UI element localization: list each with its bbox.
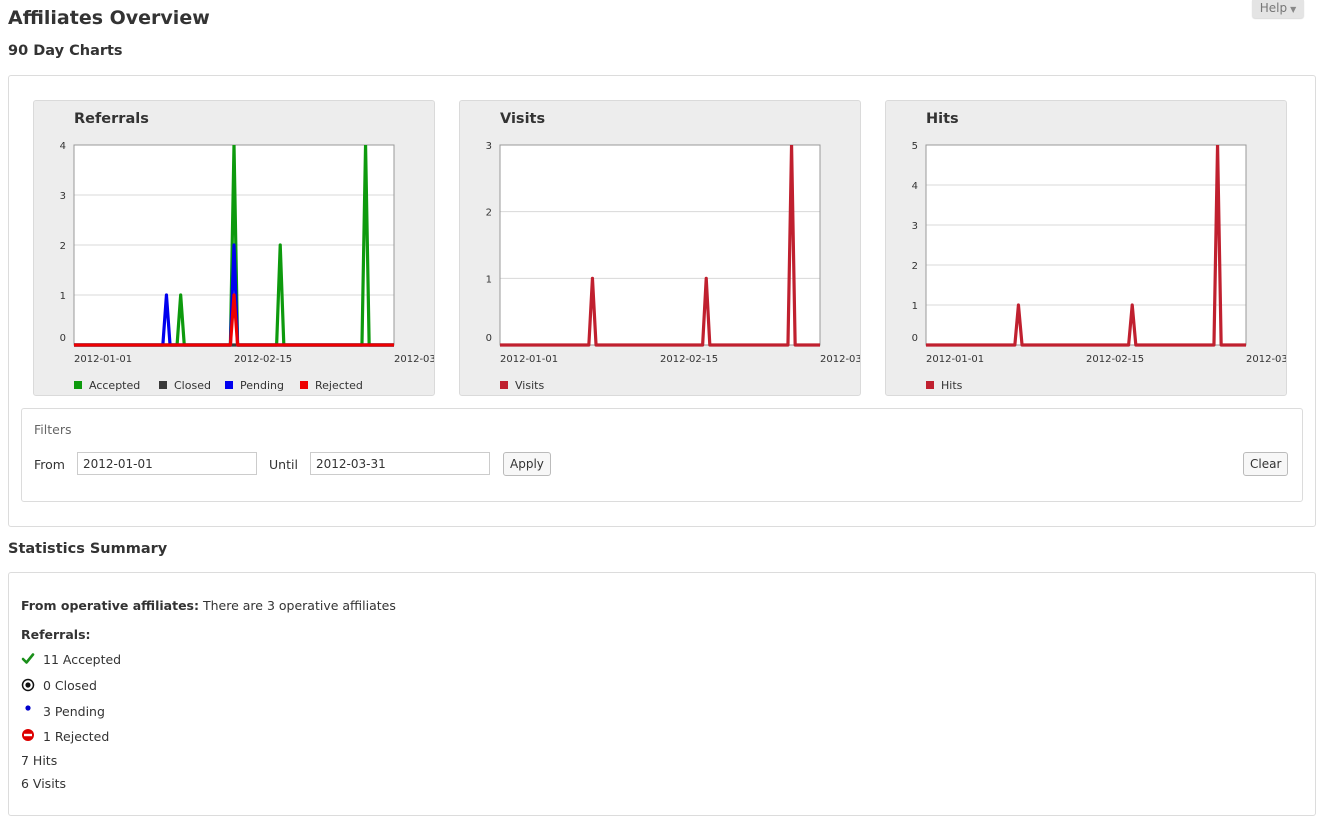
stats-panel: From operative affiliates: There are 3 o… (8, 572, 1316, 816)
x-tick-label: 2012-01-01 (500, 354, 558, 365)
chart-legend: Accepted Closed Pending Rejected (34, 375, 434, 395)
legend-swatch (500, 381, 508, 389)
y-tick-label: 1 (60, 291, 66, 302)
visits-stat: 6 Visits (21, 776, 67, 791)
legend-label: Accepted (89, 379, 141, 392)
accepted-stat: 11 Accepted (21, 652, 121, 667)
operative-line: From operative affiliates: There are 3 o… (21, 598, 396, 613)
visits-chart: 0 1 2 3 2012-01-01 2012-02-15 2012-03-31 (486, 141, 860, 365)
plot-area (926, 145, 1246, 345)
hits-chart-panel: Hits 0 1 2 3 4 5 2012-01-01 2012-02-15 2012-03-3… (885, 100, 1287, 396)
legend-item-accepted: Accepted (74, 379, 140, 392)
y-tick-label: 0 (912, 333, 918, 344)
stats-heading: Statistics Summary (8, 541, 168, 557)
legend-swatch (74, 381, 82, 389)
pending-stat: 3 Pending (21, 704, 105, 719)
x-tick-label: 2012-03-31 (820, 354, 860, 365)
x-tick-label: 2012-03-31 (1246, 354, 1286, 365)
rejected-count: 1 Rejected (43, 729, 110, 744)
legend-swatch (225, 381, 233, 389)
x-tick-label: 2012-01-01 (926, 354, 984, 365)
y-tick-label: 1 (912, 301, 918, 312)
operative-label: From operative affiliates: (21, 598, 199, 613)
x-tick-label: 2012-02-15 (234, 354, 292, 365)
y-tick-label: 0 (486, 333, 492, 344)
pending-dot-icon (25, 705, 31, 711)
closed-count: 0 Closed (43, 678, 97, 693)
apply-button[interactable]: Apply (503, 452, 551, 476)
rejected-stat: 1 Rejected (21, 729, 109, 744)
legend-swatch (159, 381, 167, 389)
closed-stat: 0 Closed (21, 678, 97, 693)
plot-area (500, 145, 820, 345)
legend-item-rejected: Rejected (300, 379, 363, 392)
hits-chart: 0 1 2 3 4 5 2012-01-01 2012-02-15 2012-03-31 (912, 141, 1286, 365)
y-tick-label: 4 (60, 141, 66, 152)
chart-legend: Visits (460, 375, 860, 395)
legend-item-visits: Visits (500, 379, 544, 392)
help-button[interactable]: Help ▼ (1252, 0, 1304, 18)
legend-swatch (300, 381, 308, 389)
x-tick-label: 2012-01-01 (74, 354, 132, 365)
checkmark-icon (21, 653, 35, 664)
y-tick-label: 3 (912, 221, 918, 232)
referrals-chart-panel: Referrals 0 1 2 3 4 2012-01-01 2012-02-15 2012-… (33, 100, 435, 396)
legend-label: Rejected (315, 379, 363, 392)
closed-circle-icon (21, 678, 35, 692)
until-label: Until (269, 457, 298, 472)
pending-count: 3 Pending (43, 704, 105, 719)
y-tick-label: 5 (912, 141, 918, 152)
y-tick-label: 1 (486, 274, 492, 285)
y-tick-label: 4 (912, 181, 918, 192)
y-tick-label: 3 (486, 141, 492, 152)
accepted-count: 11 Accepted (43, 652, 122, 667)
filters-panel: Filters From Until Apply Clear (21, 408, 1303, 502)
from-label: From (34, 457, 65, 472)
legend-item-hits: Hits (926, 379, 962, 392)
legend-label: Hits (941, 379, 963, 392)
filters-title: Filters (34, 422, 72, 437)
hits-stat: 7 Hits (21, 753, 58, 768)
x-tick-label: 2012-02-15 (1086, 354, 1144, 365)
legend-label: Visits (515, 379, 545, 392)
chart-legend: Hits (886, 375, 1286, 395)
referrals-chart: 0 1 2 3 4 2012-01-01 2012-02-15 2012-03-31 (60, 141, 434, 365)
legend-item-pending: Pending (225, 379, 284, 392)
legend-item-closed: Closed (159, 379, 211, 392)
x-tick-label: 2012-02-15 (660, 354, 718, 365)
rejected-minus-icon (22, 729, 34, 741)
y-tick-label: 2 (912, 261, 918, 272)
y-tick-label: 0 (60, 333, 66, 344)
y-tick-label: 3 (60, 191, 66, 202)
from-date-input[interactable] (77, 452, 257, 475)
page-title: Affiliates Overview (8, 7, 210, 29)
y-tick-label: 2 (60, 241, 66, 252)
legend-label: Pending (240, 379, 284, 392)
visits-chart-panel: Visits 0 1 2 3 2012-01-01 2012-02-15 2012-03-3… (459, 100, 861, 396)
operative-text: There are 3 operative affiliates (202, 598, 396, 613)
x-tick-label: 2012-03-31 (394, 354, 434, 365)
legend-swatch (926, 381, 934, 389)
referrals-label: Referrals: (21, 627, 91, 642)
charts-heading: 90 Day Charts (8, 43, 123, 59)
referrals-label-text: Referrals: (21, 627, 91, 642)
help-label: Help (1259, 1, 1288, 15)
legend-label: Closed (174, 379, 211, 392)
until-date-input[interactable] (310, 452, 490, 475)
y-tick-label: 2 (486, 208, 492, 219)
clear-button[interactable]: Clear (1243, 452, 1289, 476)
dropdown-arrow-icon: ▼ (1290, 5, 1297, 14)
